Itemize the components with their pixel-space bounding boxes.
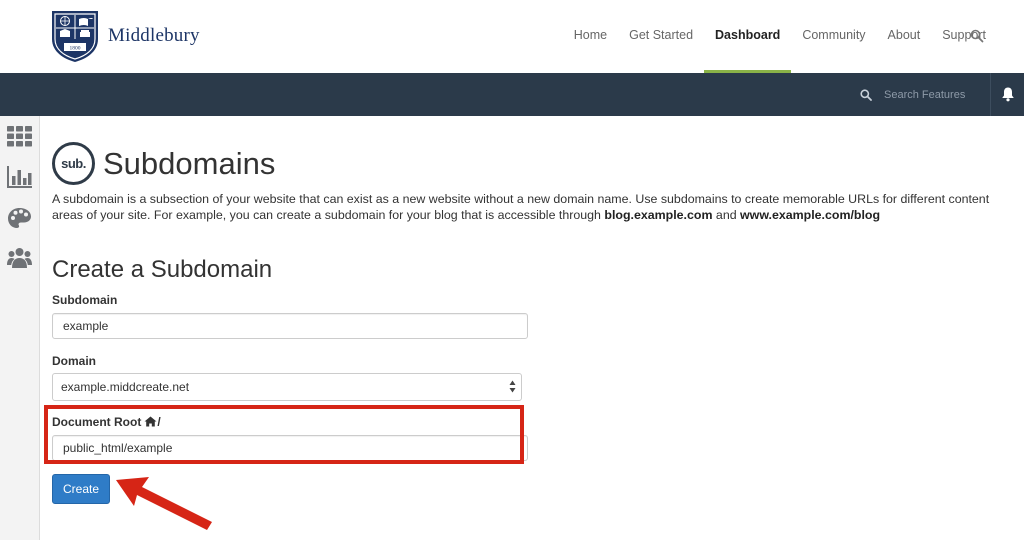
brand-logo[interactable]: 1800 Middlebury bbox=[50, 9, 200, 63]
annotation-arrow-icon bbox=[116, 477, 212, 530]
search-icon[interactable] bbox=[970, 29, 984, 43]
domain-label: Domain bbox=[52, 354, 97, 368]
crest-year: 1800 bbox=[70, 46, 81, 52]
subdomain-label: Subdomain bbox=[52, 293, 118, 307]
description-example-subdomain: blog.example.com bbox=[604, 207, 713, 222]
search-features-input[interactable] bbox=[882, 87, 986, 102]
description-example-path: www.example.com/blog bbox=[740, 207, 881, 222]
subdomains-badge-icon: sub. bbox=[52, 142, 95, 186]
brand-name: Middlebury bbox=[108, 25, 200, 46]
nav-dashboard[interactable]: Dashboard bbox=[703, 0, 792, 73]
bell-icon[interactable] bbox=[1001, 86, 1015, 102]
page-description: A subdomain is a subsection of your webs… bbox=[52, 192, 1002, 223]
create-button[interactable]: Create bbox=[52, 474, 110, 504]
nav-get-started[interactable]: Get Started bbox=[629, 0, 693, 73]
palette-icon[interactable] bbox=[7, 207, 32, 229]
nav-about[interactable]: About bbox=[888, 0, 921, 73]
nav-community[interactable]: Community bbox=[802, 0, 865, 73]
select-arrows-icon bbox=[509, 380, 516, 393]
toolbar-divider bbox=[990, 73, 991, 116]
subdomain-input[interactable] bbox=[52, 313, 528, 339]
annotation-highlight-box bbox=[44, 405, 524, 464]
middlebury-crest-icon: 1800 bbox=[52, 11, 98, 62]
bar-chart-icon[interactable] bbox=[7, 166, 32, 188]
feature-search bbox=[845, 73, 990, 116]
main-menu: Home Get Started Dashboard Community Abo… bbox=[552, 0, 986, 73]
nav-home[interactable]: Home bbox=[574, 0, 607, 73]
top-navigation: 1800 Middlebury Home Get Started Dashboa… bbox=[0, 0, 1024, 74]
grid-icon[interactable] bbox=[7, 125, 32, 147]
page-title: Subdomains bbox=[103, 145, 276, 181]
page-header: sub. Subdomains bbox=[52, 125, 275, 203]
sidebar bbox=[0, 116, 40, 540]
users-icon[interactable] bbox=[7, 247, 32, 269]
search-icon bbox=[860, 88, 872, 101]
domain-select[interactable]: example.middcreate.net bbox=[52, 373, 522, 401]
cpanel-toolbar bbox=[0, 73, 1024, 116]
domain-selected-value: example.middcreate.net bbox=[61, 380, 190, 394]
description-and: and bbox=[712, 207, 741, 222]
section-title: Create a Subdomain bbox=[52, 256, 273, 283]
